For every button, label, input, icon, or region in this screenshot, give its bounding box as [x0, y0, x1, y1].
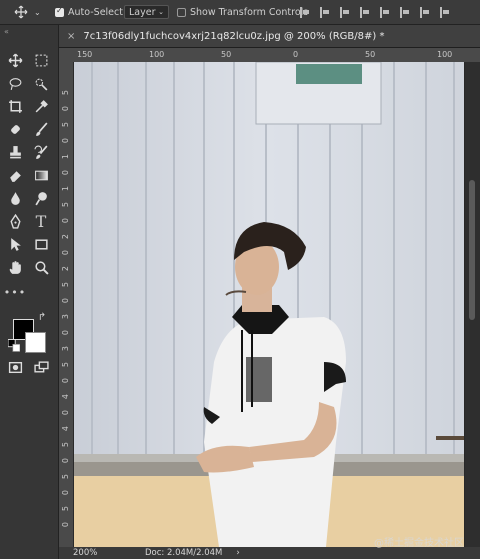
- ruler-tick-label: 0: [61, 170, 70, 176]
- scrollbar-thumb[interactable]: [469, 180, 475, 320]
- ruler-tick-label: 5: [61, 506, 70, 512]
- photo-image: [74, 62, 464, 547]
- move-tool-options-icon[interactable]: [14, 0, 28, 24]
- rectangle-tool-icon[interactable]: [30, 234, 52, 254]
- clone-stamp-tool-icon[interactable]: [4, 142, 26, 162]
- ruler-tick-label: 4: [61, 426, 70, 432]
- pen-tool-icon[interactable]: [4, 211, 26, 231]
- ruler-tick-label: 2: [61, 234, 70, 240]
- select-chevron-icon: ⌄: [158, 8, 164, 16]
- ruler-tick-label: 0: [293, 50, 299, 59]
- ruler-tick-label: 1: [61, 154, 70, 160]
- auto-select-target-value: Layer: [129, 6, 156, 18]
- vertical-ruler: 5 0 5 0 1 0 1 5 0 2 0 2 5 0 3 0 3 5 0 4 0 4 5 0 5 0 5 0: [59, 62, 74, 547]
- ruler-tick-label: 0: [61, 490, 70, 496]
- collapse-panel-icon[interactable]: «: [4, 27, 9, 36]
- doc-size: Doc: 2.04M/2.04M: [145, 548, 223, 558]
- document-title: 7c13f06dly1fuchcov4xrj21q82lcu0z.jpg @ 2…: [83, 30, 385, 42]
- ruler-tick-label: 0: [61, 330, 70, 336]
- ruler-tick-label: 5: [61, 90, 70, 96]
- vertical-scrollbar[interactable]: [465, 62, 480, 547]
- close-tab-icon[interactable]: ×: [67, 31, 75, 42]
- show-transform-checkbox[interactable]: Show Transform Controls: [177, 0, 308, 24]
- align-hcenter-icon[interactable]: [320, 6, 332, 18]
- ruler-tick-label: 5: [61, 282, 70, 288]
- auto-select-label: Auto-Select:: [68, 6, 127, 18]
- edit-toolbar-icon[interactable]: •••: [4, 282, 26, 302]
- ruler-tick-label: 100: [149, 50, 165, 59]
- align-vcenter-icon[interactable]: [380, 6, 392, 18]
- ruler-tick-label: 150: [77, 50, 93, 59]
- ruler-tick-label: 5: [61, 442, 70, 448]
- type-tool-icon[interactable]: T: [30, 211, 52, 231]
- horizontal-ruler: 150 100 50 0 50 100: [59, 48, 480, 63]
- ruler-tick-label: 2: [61, 266, 70, 272]
- distribute-spacing-icon[interactable]: [440, 6, 452, 18]
- ruler-tick-label: 0: [61, 250, 70, 256]
- gradient-tool-icon[interactable]: [30, 165, 52, 185]
- ruler-tick-label: 100: [437, 50, 453, 59]
- ruler-tick-label: 5: [61, 474, 70, 480]
- history-brush-tool-icon[interactable]: [30, 142, 52, 162]
- ruler-tick-label: 0: [61, 522, 70, 528]
- auto-select-target-select[interactable]: Layer ⌄: [124, 5, 169, 19]
- align-top-icon[interactable]: [360, 6, 372, 18]
- ruler-tick-label: 0: [61, 138, 70, 144]
- show-transform-check-icon: [177, 7, 186, 17]
- ruler-tick-label: 50: [221, 50, 232, 59]
- options-bar: ⌄ Auto-Select: Layer ⌄ Show Transform Co…: [0, 0, 480, 25]
- lasso-tool-icon[interactable]: [4, 73, 26, 93]
- ruler-tick-label: 3: [61, 346, 70, 352]
- ruler-tick-label: 0: [61, 458, 70, 464]
- ruler-tick-label: 0: [61, 106, 70, 112]
- swap-colors-icon[interactable]: ↱: [36, 311, 48, 323]
- auto-select-check-icon: [55, 6, 64, 17]
- blur-tool-icon[interactable]: [4, 188, 26, 208]
- ruler-tick-label: 0: [61, 410, 70, 416]
- auto-select-checkbox[interactable]: Auto-Select:: [55, 0, 126, 24]
- tools-panel: « T ••• ↱: [0, 25, 59, 559]
- show-transform-label: Show Transform Controls: [190, 6, 309, 18]
- move-tool-icon[interactable]: [4, 50, 26, 70]
- path-selection-tool-icon[interactable]: [4, 234, 26, 254]
- ruler-tick-label: 4: [61, 394, 70, 400]
- image-canvas[interactable]: [74, 62, 464, 547]
- ruler-tick-label: 0: [61, 218, 70, 224]
- crop-tool-icon[interactable]: [4, 96, 26, 116]
- brush-tool-icon[interactable]: [30, 119, 52, 139]
- background-color-swatch[interactable]: [25, 332, 46, 353]
- ruler-tick-label: 5: [61, 362, 70, 368]
- align-right-icon[interactable]: [340, 6, 352, 18]
- screen-mode-icon[interactable]: [30, 357, 52, 377]
- align-left-icon[interactable]: [300, 6, 312, 18]
- distribute-icon[interactable]: [420, 6, 432, 18]
- ruler-tick-label: 50: [365, 50, 376, 59]
- default-colors-icon[interactable]: [8, 338, 20, 352]
- document-tab[interactable]: × 7c13f06dly1fuchcov4xrj21q82lcu0z.jpg @…: [59, 25, 480, 48]
- ruler-tick-label: 5: [61, 122, 70, 128]
- eraser-tool-icon[interactable]: [4, 165, 26, 185]
- zoom-tool-icon[interactable]: [30, 257, 52, 277]
- dodge-tool-icon[interactable]: [30, 188, 52, 208]
- ruler-tick-label: 3: [61, 314, 70, 320]
- watermark: @稀土掘金技术社区: [374, 538, 464, 549]
- align-buttons: [300, 0, 452, 24]
- status-menu-arrow-icon[interactable]: ›: [236, 548, 239, 558]
- ruler-tick-label: 0: [61, 298, 70, 304]
- zoom-level[interactable]: 200%: [59, 548, 113, 558]
- tool-preset-chevron-icon[interactable]: ⌄: [34, 0, 41, 24]
- eyedropper-tool-icon[interactable]: [30, 96, 52, 116]
- ruler-tick-label: 1: [61, 186, 70, 192]
- quick-select-tool-icon[interactable]: [30, 73, 52, 93]
- healing-brush-tool-icon[interactable]: [4, 119, 26, 139]
- quick-mask-icon[interactable]: [4, 357, 26, 377]
- align-bottom-icon[interactable]: [400, 6, 412, 18]
- ruler-tick-label: 0: [61, 378, 70, 384]
- hand-tool-icon[interactable]: [4, 257, 26, 277]
- ruler-tick-label: 5: [61, 202, 70, 208]
- marquee-tool-icon[interactable]: [30, 50, 52, 70]
